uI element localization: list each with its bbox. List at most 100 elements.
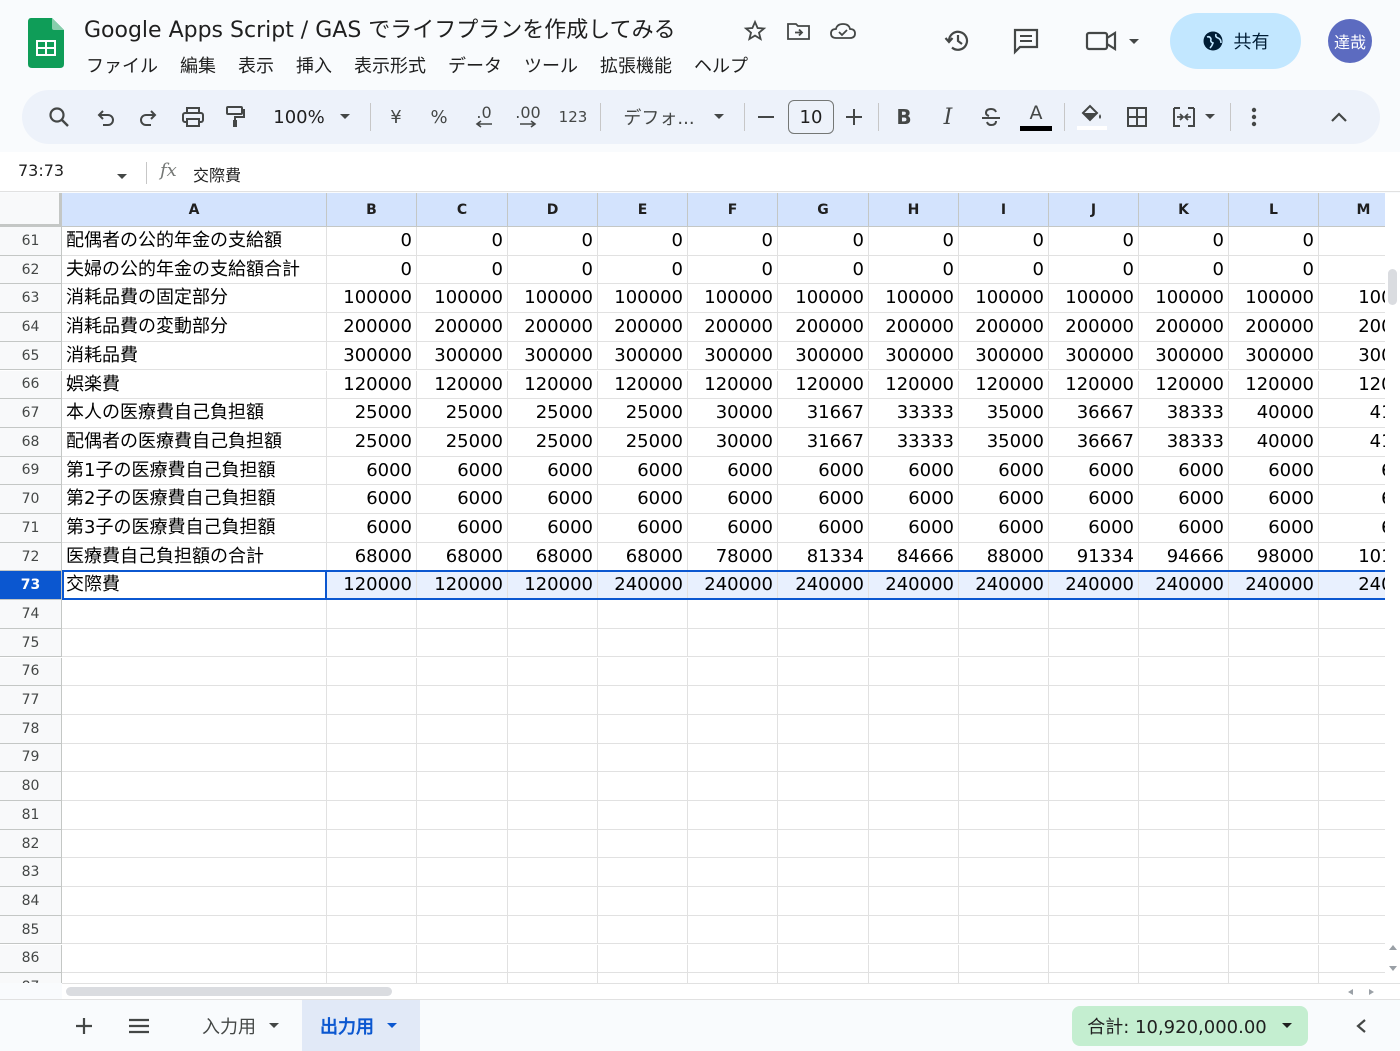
menu-format[interactable]: 表示形式 xyxy=(354,52,426,78)
table-cell[interactable] xyxy=(598,915,688,945)
table-cell[interactable]: 6000 xyxy=(959,456,1049,486)
table-cell[interactable] xyxy=(688,973,778,983)
row-header[interactable]: 64 xyxy=(0,313,62,342)
table-cell[interactable]: 25000 xyxy=(327,399,417,428)
row-header[interactable]: 82 xyxy=(0,829,62,859)
horizontal-scroll-thumb[interactable] xyxy=(66,987,392,996)
table-cell[interactable]: 200000 xyxy=(417,313,508,342)
redo-icon[interactable] xyxy=(134,90,164,144)
table-cell[interactable]: 200000 xyxy=(778,313,869,342)
table-cell[interactable]: 6000 xyxy=(327,514,417,543)
table-cell[interactable] xyxy=(598,829,688,859)
table-cell[interactable]: 0 xyxy=(869,227,959,256)
row-label-cell[interactable]: 夫婦の公的年金の支給額合計 xyxy=(62,255,327,285)
document-title[interactable]: Google Apps Script / GAS でライフプランを作成してみる xyxy=(84,12,676,44)
table-cell[interactable] xyxy=(688,743,778,773)
table-cell[interactable]: 6000 xyxy=(327,485,417,514)
table-cell[interactable] xyxy=(1049,801,1139,830)
table-cell[interactable]: 120000 xyxy=(327,370,417,400)
table-cell[interactable] xyxy=(508,743,598,773)
table-cell[interactable] xyxy=(1049,944,1139,974)
table-cell[interactable]: 6000 xyxy=(869,456,959,486)
menu-data[interactable]: データ xyxy=(448,52,502,78)
table-cell[interactable] xyxy=(1229,628,1319,658)
row-label-cell[interactable] xyxy=(62,801,327,830)
table-cell[interactable]: 100000 xyxy=(327,284,417,314)
table-cell[interactable]: 120000 xyxy=(959,370,1049,400)
table-cell[interactable] xyxy=(508,657,598,687)
table-cell[interactable]: 68000 xyxy=(327,542,417,572)
table-cell[interactable] xyxy=(688,801,778,830)
italic-button[interactable]: I xyxy=(934,90,962,144)
table-cell[interactable]: 120000 xyxy=(1049,370,1139,400)
table-cell[interactable] xyxy=(1229,944,1319,974)
table-cell[interactable] xyxy=(1229,714,1319,744)
increase-font-size-icon[interactable] xyxy=(842,90,866,144)
table-cell[interactable]: 6000 xyxy=(508,456,598,486)
table-cell[interactable]: 200000 xyxy=(688,313,778,342)
table-cell[interactable]: 0 xyxy=(778,255,869,285)
table-cell[interactable] xyxy=(1319,686,1385,715)
menu-view[interactable]: 表示 xyxy=(238,52,274,78)
table-cell[interactable] xyxy=(327,628,417,658)
table-cell[interactable] xyxy=(1139,829,1229,859)
table-cell[interactable]: 100000 xyxy=(1139,284,1229,314)
table-cell[interactable]: 6000 xyxy=(1049,456,1139,486)
table-cell[interactable]: 33333 xyxy=(869,399,959,428)
row-label-cell[interactable] xyxy=(62,858,327,888)
table-cell[interactable] xyxy=(508,858,598,888)
table-cell[interactable]: 35000 xyxy=(959,427,1049,457)
table-cell[interactable] xyxy=(417,801,508,830)
table-cell[interactable]: 6000 xyxy=(598,514,688,543)
row-header[interactable]: 79 xyxy=(0,743,62,773)
column-header-i[interactable]: I xyxy=(959,193,1049,227)
table-cell[interactable]: 25000 xyxy=(327,427,417,457)
table-cell[interactable]: 0 xyxy=(508,227,598,256)
table-cell[interactable] xyxy=(1319,887,1385,916)
table-cell[interactable]: 0 xyxy=(508,255,598,285)
row-header[interactable]: 80 xyxy=(0,772,62,801)
table-cell[interactable] xyxy=(1139,686,1229,715)
table-cell[interactable]: 200000 xyxy=(1139,313,1229,342)
table-cell[interactable]: 100000 xyxy=(869,284,959,314)
sheets-logo-icon[interactable] xyxy=(28,18,64,68)
table-cell[interactable]: 0 xyxy=(327,255,417,285)
table-cell[interactable] xyxy=(959,973,1049,983)
table-cell[interactable]: 300000 xyxy=(959,341,1049,371)
table-cell[interactable]: 300000 xyxy=(598,341,688,371)
row-label-cell[interactable] xyxy=(62,944,327,974)
table-cell[interactable]: 6000 xyxy=(327,456,417,486)
table-cell[interactable] xyxy=(959,944,1049,974)
table-cell[interactable] xyxy=(869,973,959,983)
table-cell[interactable] xyxy=(1319,945,1385,974)
table-cell[interactable] xyxy=(1139,743,1229,773)
select-all-corner[interactable] xyxy=(0,193,62,227)
paint-format-icon[interactable] xyxy=(220,90,250,144)
table-cell[interactable]: 100000 xyxy=(778,284,869,314)
table-cell[interactable] xyxy=(598,686,688,715)
row-header[interactable]: 61 xyxy=(0,227,62,256)
row-label-cell[interactable]: 配偶者の公的年金の支給額 xyxy=(62,227,327,256)
row-header[interactable]: 67 xyxy=(0,399,62,428)
table-cell[interactable] xyxy=(869,829,959,859)
table-cell[interactable] xyxy=(688,657,778,687)
table-cell[interactable] xyxy=(1049,887,1139,916)
table-cell[interactable] xyxy=(1139,657,1229,687)
row-label-cell[interactable]: 第2子の医療費自己負担額 xyxy=(62,485,327,514)
table-cell[interactable]: 6000 xyxy=(688,514,778,543)
row-label-cell[interactable]: 消耗品費 xyxy=(62,341,327,371)
row-label-cell[interactable] xyxy=(62,743,327,773)
side-panel-collapse-icon[interactable] xyxy=(1346,1000,1376,1051)
table-cell[interactable]: 0 xyxy=(1229,227,1319,256)
table-cell[interactable] xyxy=(508,628,598,658)
table-cell[interactable]: 0 xyxy=(598,227,688,256)
more-options-icon[interactable] xyxy=(1242,90,1266,144)
table-cell[interactable]: 6000 xyxy=(688,456,778,486)
table-cell[interactable]: 33333 xyxy=(869,427,959,457)
table-cell[interactable]: 31667 xyxy=(778,399,869,428)
table-cell[interactable] xyxy=(598,628,688,658)
table-cell[interactable] xyxy=(508,973,598,983)
table-cell[interactable]: 100000 xyxy=(598,284,688,314)
table-cell[interactable] xyxy=(327,887,417,916)
table-cell[interactable]: 6000 xyxy=(1139,514,1229,543)
